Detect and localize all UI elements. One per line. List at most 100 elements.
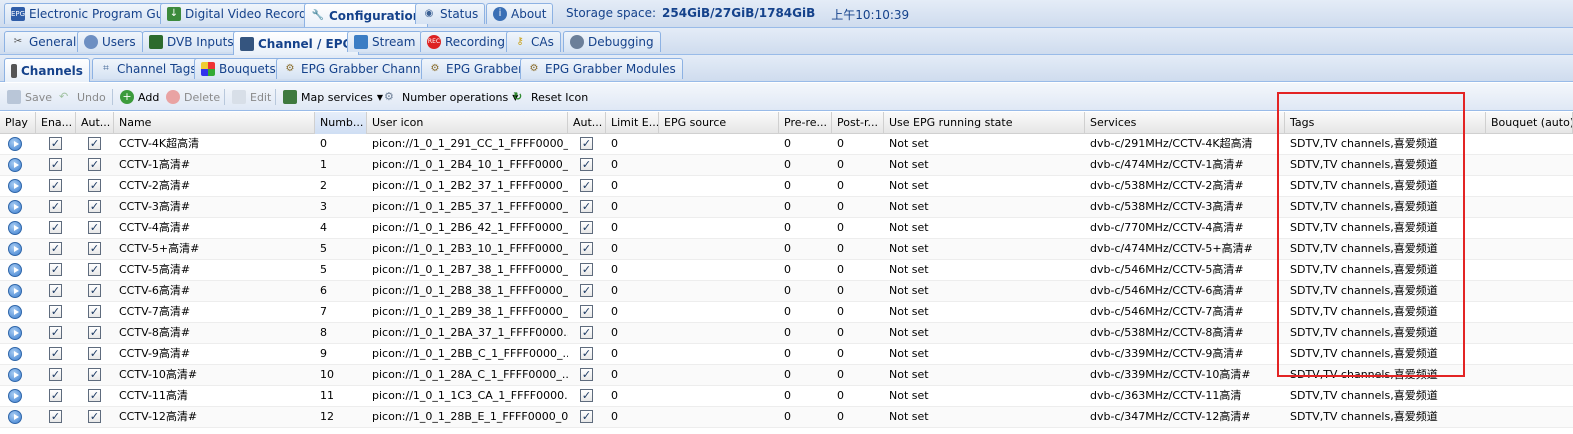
play-icon[interactable]: [8, 158, 22, 172]
auto-name-checkbox[interactable]: ✓: [88, 158, 101, 171]
play-icon[interactable]: [8, 242, 22, 256]
enabled-checkbox[interactable]: ✓: [49, 347, 62, 360]
play-icon[interactable]: [8, 200, 22, 214]
enabled-checkbox[interactable]: ✓: [49, 263, 62, 276]
table-row[interactable]: ✓ ✓ CCTV-5+高清# 5 picon://1_0_1_2B3_10_1_…: [0, 239, 1573, 260]
table-row[interactable]: ✓ ✓ CCTV-10高清# 10 picon://1_0_1_28A_C_1_…: [0, 365, 1573, 386]
tab-configuration[interactable]: 🔧 Configuration: [304, 3, 429, 27]
auto-name-checkbox[interactable]: ✓: [88, 200, 101, 213]
play-icon[interactable]: [8, 368, 22, 382]
auto-epg-checkbox[interactable]: ✓: [580, 347, 593, 360]
enabled-checkbox[interactable]: ✓: [49, 284, 62, 297]
tab-epg-grabber[interactable]: ⚙ EPG Grabber: [421, 58, 531, 79]
auto-epg-checkbox[interactable]: ✓: [580, 221, 593, 234]
enabled-checkbox[interactable]: ✓: [49, 179, 62, 192]
tab-channel-epg[interactable]: Channel / EPG: [233, 31, 360, 55]
play-icon[interactable]: [8, 263, 22, 277]
column-header-enabled[interactable]: Ena...: [36, 112, 76, 134]
tab-users[interactable]: Users: [77, 31, 143, 52]
play-icon[interactable]: [8, 410, 22, 424]
table-row[interactable]: ✓ ✓ CCTV-6高清# 6 picon://1_0_1_2B8_38_1_F…: [0, 281, 1573, 302]
column-header-number[interactable]: Numb...: [315, 112, 367, 134]
enabled-checkbox[interactable]: ✓: [49, 410, 62, 423]
auto-epg-checkbox[interactable]: ✓: [580, 242, 593, 255]
auto-name-checkbox[interactable]: ✓: [88, 389, 101, 402]
auto-epg-checkbox[interactable]: ✓: [580, 389, 593, 402]
table-row[interactable]: ✓ ✓ CCTV-1高清# 1 picon://1_0_1_2B4_10_1_F…: [0, 155, 1573, 176]
auto-epg-checkbox[interactable]: ✓: [580, 179, 593, 192]
tab-about[interactable]: i About: [486, 3, 554, 24]
tab-status[interactable]: ◉ Status: [415, 3, 486, 24]
auto-epg-checkbox[interactable]: ✓: [580, 137, 593, 150]
tab-debugging[interactable]: Debugging: [563, 31, 661, 52]
auto-name-checkbox[interactable]: ✓: [88, 179, 101, 192]
column-header-epg-source[interactable]: EPG source: [659, 112, 779, 134]
edit-button[interactable]: Edit: [232, 89, 271, 105]
play-icon[interactable]: [8, 179, 22, 193]
column-header-epg-running-state[interactable]: Use EPG running state: [884, 112, 1085, 134]
auto-epg-checkbox[interactable]: ✓: [580, 305, 593, 318]
tab-dvb-inputs[interactable]: DVB Inputs: [142, 31, 241, 52]
column-header-pre-record[interactable]: Pre-re...: [779, 112, 832, 134]
auto-name-checkbox[interactable]: ✓: [88, 368, 101, 381]
tab-bouquets[interactable]: Bouquets: [194, 58, 283, 79]
enabled-checkbox[interactable]: ✓: [49, 305, 62, 318]
column-header-post-record[interactable]: Post-r...: [832, 112, 884, 134]
auto-name-checkbox[interactable]: ✓: [88, 326, 101, 339]
auto-name-checkbox[interactable]: ✓: [88, 284, 101, 297]
auto-name-checkbox[interactable]: ✓: [88, 263, 101, 276]
enabled-checkbox[interactable]: ✓: [49, 158, 62, 171]
add-button[interactable]: + Add: [120, 89, 159, 105]
undo-button[interactable]: ↶ Undo: [59, 89, 106, 105]
column-header-tags[interactable]: Tags: [1285, 112, 1486, 134]
column-header-services[interactable]: Services: [1085, 112, 1285, 134]
enabled-checkbox[interactable]: ✓: [49, 368, 62, 381]
play-icon[interactable]: [8, 284, 22, 298]
save-button[interactable]: Save: [7, 89, 52, 105]
auto-name-checkbox[interactable]: ✓: [88, 221, 101, 234]
table-row[interactable]: ✓ ✓ CCTV-3高清# 3 picon://1_0_1_2B5_37_1_F…: [0, 197, 1573, 218]
auto-name-checkbox[interactable]: ✓: [88, 242, 101, 255]
tab-channels[interactable]: Channels: [4, 58, 90, 82]
map-services-button[interactable]: Map services ▼: [283, 89, 383, 105]
auto-epg-checkbox[interactable]: ✓: [580, 410, 593, 423]
column-header-limit-epg[interactable]: Limit E...: [606, 112, 659, 134]
column-header-play[interactable]: Play: [0, 112, 36, 134]
column-header-auto-epg[interactable]: Aut...: [568, 112, 606, 134]
column-header-name[interactable]: Name: [114, 112, 315, 134]
delete-button[interactable]: Delete: [166, 89, 220, 105]
play-icon[interactable]: [8, 305, 22, 319]
table-row[interactable]: ✓ ✓ CCTV-2高清# 2 picon://1_0_1_2B2_37_1_F…: [0, 176, 1573, 197]
table-row[interactable]: ✓ ✓ CCTV-5高清# 5 picon://1_0_1_2B7_38_1_F…: [0, 260, 1573, 281]
tab-stream[interactable]: Stream: [347, 31, 423, 52]
play-icon[interactable]: [8, 221, 22, 235]
enabled-checkbox[interactable]: ✓: [49, 137, 62, 150]
column-header-auto-name[interactable]: Aut...: [76, 112, 114, 134]
auto-name-checkbox[interactable]: ✓: [88, 305, 101, 318]
column-header-user-icon[interactable]: User icon: [367, 112, 568, 134]
tab-general[interactable]: ✂ General: [4, 31, 84, 52]
play-icon[interactable]: [8, 389, 22, 403]
table-row[interactable]: ✓ ✓ CCTV-4高清# 4 picon://1_0_1_2B6_42_1_F…: [0, 218, 1573, 239]
table-row[interactable]: ✓ ✓ CCTV-11高清 11 picon://1_0_1_1C3_CA_1_…: [0, 386, 1573, 407]
enabled-checkbox[interactable]: ✓: [49, 221, 62, 234]
tab-recording[interactable]: REC Recording: [420, 31, 513, 52]
auto-epg-checkbox[interactable]: ✓: [580, 200, 593, 213]
column-header-bouquet[interactable]: Bouquet (auto): [1486, 112, 1573, 134]
auto-name-checkbox[interactable]: ✓: [88, 410, 101, 423]
number-operations-button[interactable]: ⚙ Number operations ▼: [384, 89, 518, 105]
play-icon[interactable]: [8, 347, 22, 361]
auto-epg-checkbox[interactable]: ✓: [580, 368, 593, 381]
enabled-checkbox[interactable]: ✓: [49, 389, 62, 402]
auto-name-checkbox[interactable]: ✓: [88, 137, 101, 150]
enabled-checkbox[interactable]: ✓: [49, 242, 62, 255]
tab-cas[interactable]: ⚷ CAs: [506, 31, 561, 52]
auto-epg-checkbox[interactable]: ✓: [580, 158, 593, 171]
auto-epg-checkbox[interactable]: ✓: [580, 284, 593, 297]
table-row[interactable]: ✓ ✓ CCTV-8高清# 8 picon://1_0_1_2BA_37_1_F…: [0, 323, 1573, 344]
auto-epg-checkbox[interactable]: ✓: [580, 263, 593, 276]
table-row[interactable]: ✓ ✓ CCTV-7高清# 7 picon://1_0_1_2B9_38_1_F…: [0, 302, 1573, 323]
reset-icon-button[interactable]: ↻ Reset Icon: [513, 89, 588, 105]
tab-epg-grabber-modules[interactable]: ⚙ EPG Grabber Modules: [520, 58, 683, 79]
play-icon[interactable]: [8, 326, 22, 340]
